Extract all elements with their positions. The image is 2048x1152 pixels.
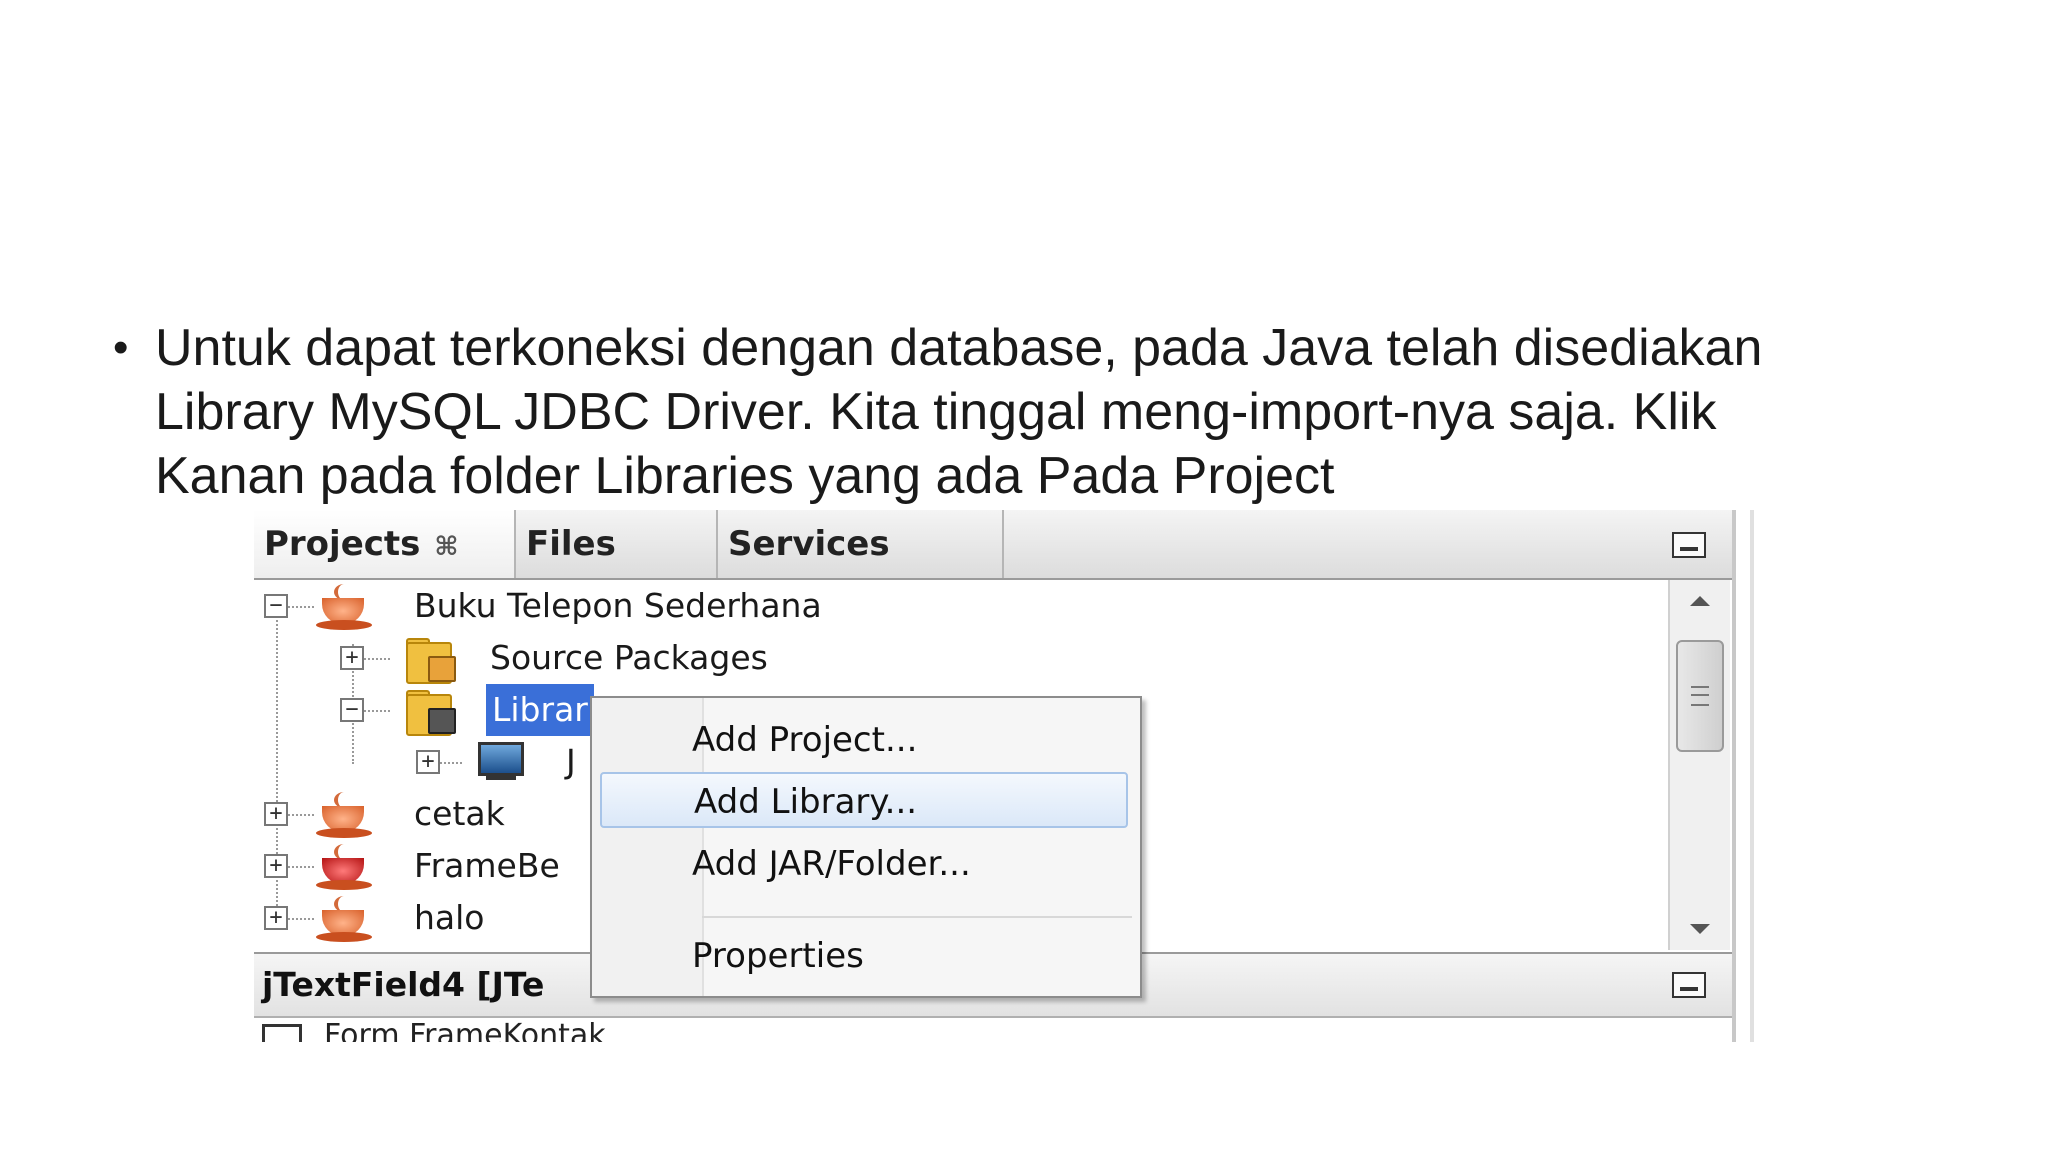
expand-icon[interactable]: + — [416, 750, 440, 774]
minimize-icon[interactable] — [1672, 532, 1706, 558]
tree-connector — [288, 866, 314, 868]
bullet-marker: • — [113, 323, 129, 372]
form-icon — [262, 1023, 302, 1042]
java-project-icon — [316, 584, 372, 630]
tree-connector — [364, 658, 390, 660]
text-line-1: Untuk dapat terkoneksi dengan database, … — [155, 319, 1763, 377]
tree-connector — [440, 762, 462, 764]
collapse-icon[interactable]: − — [264, 594, 288, 618]
tab-services[interactable]: Services — [718, 510, 1004, 578]
tree-connector — [288, 918, 314, 920]
halo-label: halo — [414, 898, 485, 937]
libraries-label: Librar — [486, 684, 594, 736]
menu-separator — [702, 916, 1132, 918]
jdk-icon — [474, 742, 524, 782]
tab-files-label: Files — [526, 524, 616, 564]
form-label: Form FrameKontak — [324, 1018, 606, 1042]
tree-connector — [364, 710, 390, 712]
tree-connector — [288, 814, 314, 816]
tab-projects-label: Projects — [264, 524, 421, 564]
source-packages-label: Source Packages — [490, 638, 768, 677]
jdk-label: J — [566, 742, 576, 781]
project-label: Buku Telepon Sederhana — [414, 586, 822, 625]
scroll-up-icon[interactable] — [1690, 596, 1710, 606]
form-tree-item[interactable]: Form FrameKontak — [254, 1016, 606, 1042]
tab-files[interactable]: Files — [516, 510, 718, 578]
expand-icon[interactable]: + — [264, 802, 288, 826]
java-project-error-icon — [316, 844, 372, 890]
tree-item-project[interactable]: − Buku Telepon Sederhana — [254, 580, 1154, 632]
scroll-down-icon[interactable] — [1690, 924, 1710, 934]
menu-item-add-project[interactable]: Add Project... — [600, 712, 1128, 768]
projects-tab-bar: Projects ⌘ Files Services — [254, 510, 1734, 580]
text-line-3: Kanan pada folder Libraries yang ada Pad… — [155, 447, 1335, 505]
framebe-label: FrameBe — [414, 846, 560, 885]
tab-projects[interactable]: Projects ⌘ — [254, 510, 516, 578]
expand-icon[interactable]: + — [340, 646, 364, 670]
collapse-icon[interactable]: − — [340, 698, 364, 722]
library-folder-icon — [406, 690, 456, 736]
tab-services-label: Services — [728, 524, 890, 564]
expand-icon[interactable]: + — [264, 854, 288, 878]
grip-icon — [1691, 686, 1709, 706]
navigator-title: jTextField4 [JTe — [262, 965, 545, 1004]
tree-item-source-packages[interactable]: + Source Packages — [254, 632, 1154, 684]
cetak-label: cetak — [414, 794, 505, 833]
panel-border — [1750, 510, 1754, 1042]
menu-item-properties[interactable]: Properties — [600, 928, 1128, 984]
java-project-icon — [316, 896, 372, 942]
tree-scrollbar[interactable] — [1668, 580, 1730, 950]
tree-connector — [288, 606, 314, 608]
text-line-2: Library MySQL JDBC Driver. Kita tinggal … — [155, 383, 1717, 441]
slide-bullet-text: • Untuk dapat terkoneksi dengan database… — [113, 316, 1935, 508]
minimize-icon[interactable] — [1672, 972, 1706, 998]
netbeans-screenshot: Projects ⌘ Files Services − Buku Telepon … — [254, 510, 1770, 1042]
menu-item-add-library[interactable]: Add Library... — [600, 772, 1128, 828]
panel-border — [1732, 510, 1736, 1042]
close-icon[interactable]: ⌘ — [434, 532, 458, 562]
java-project-icon — [316, 792, 372, 838]
scroll-thumb[interactable] — [1676, 640, 1724, 752]
menu-item-add-jar-folder[interactable]: Add JAR/Folder... — [600, 836, 1128, 892]
expand-icon[interactable]: + — [264, 906, 288, 930]
package-folder-icon — [406, 638, 456, 684]
libraries-context-menu: Add Project... Add Library... Add JAR/Fo… — [590, 696, 1142, 998]
